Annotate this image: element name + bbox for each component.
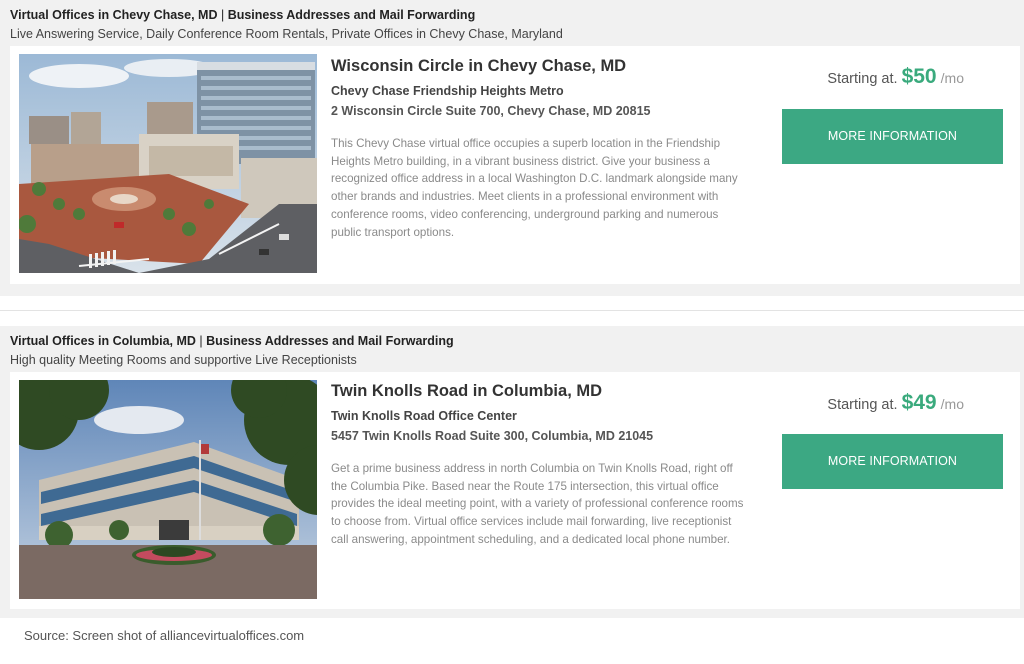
section-heading-separator: | [217,8,228,22]
office-title[interactable]: Wisconsin Circle in Chevy Chase, MD [331,57,626,76]
section-heading-location: Virtual Offices in Columbia, MD [10,334,196,348]
section-divider [0,310,1024,311]
section-heading-separator: | [195,334,207,348]
listing-card: Twin Knolls Road in Columbia, MD Twin Kn… [10,372,1020,609]
office-photo-twin-knolls[interactable] [19,380,317,599]
source-caption: Source: Screen shot of alliancevirtualof… [24,628,305,643]
office-building-image [19,380,317,599]
section-heading: Virtual Offices in Columbia, MD | Busine… [10,334,454,348]
office-photo-wisconsin-circle[interactable] [19,54,317,273]
price-prefix: Starting at. [827,397,898,413]
section-subheading: High quality Meeting Rooms and supportiv… [10,353,357,367]
section-heading-tail: Business Addresses and Mail Forwarding [227,8,476,22]
section-heading-tail: Business Addresses and Mail Forwarding [206,334,454,348]
section-subheading: Live Answering Service, Daily Conference… [10,27,563,41]
section-heading-location: Virtual Offices in Chevy Chase, MD [10,8,218,22]
more-information-button[interactable]: MORE INFORMATION [782,109,1003,164]
price-block: Starting at. $49 /mo [827,391,964,415]
office-description: This Chevy Chase virtual office occupies… [331,137,738,239]
listing-section-chevy-chase: Virtual Offices in Chevy Chase, MD | Bus… [0,0,1024,296]
price-unit: /mo [940,396,964,412]
aerial-city-image [19,54,317,273]
building-name: Chevy Chase Friendship Heights Metro [331,84,564,98]
office-address: 5457 Twin Knolls Road Suite 300, Columbi… [331,429,654,443]
price-amount: $49 [901,391,937,414]
listing-card: Wisconsin Circle in Chevy Chase, MD Chev… [10,46,1020,284]
price-prefix: Starting at. [827,71,898,87]
building-name: Twin Knolls Road Office Center [331,409,517,423]
more-information-button[interactable]: MORE INFORMATION [782,434,1003,489]
price-block: Starting at. $50 /mo [827,65,964,89]
office-address: 2 Wisconsin Circle Suite 700, Chevy Chas… [331,104,651,118]
section-heading: Virtual Offices in Chevy Chase, MD | Bus… [10,8,475,22]
office-description: Get a prime business address in north Co… [331,462,744,546]
office-title[interactable]: Twin Knolls Road in Columbia, MD [331,382,602,401]
price-unit: /mo [940,70,964,86]
price-amount: $50 [901,65,937,88]
